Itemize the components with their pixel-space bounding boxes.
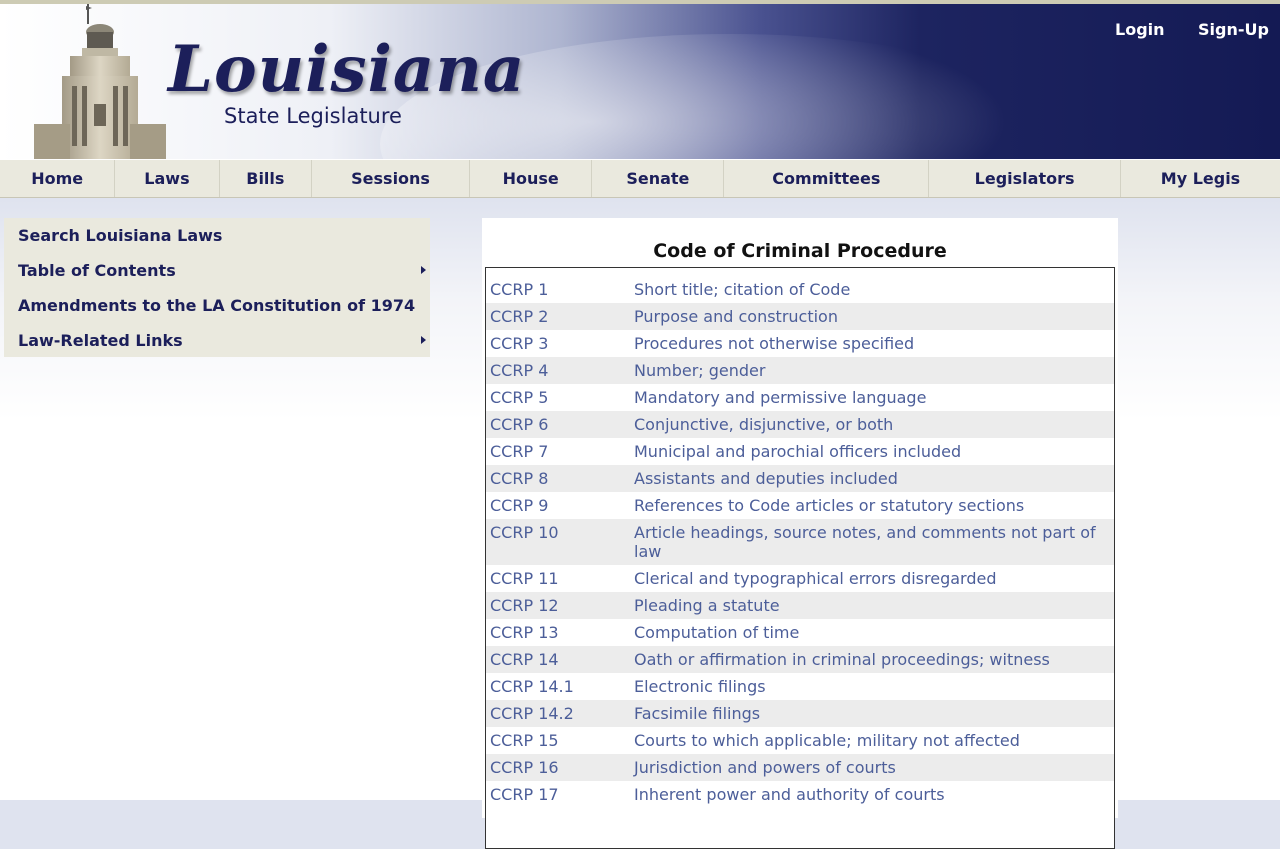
table-row: CCRP 8 Assistants and deputies included: [486, 465, 1114, 492]
nav-home[interactable]: Home: [0, 160, 116, 197]
article-number-link[interactable]: CCRP 3: [486, 334, 634, 353]
logo-subtitle[interactable]: State Legislature: [224, 104, 402, 128]
table-row: CCRP 14.2 Facsimile filings: [486, 700, 1114, 727]
table-row: CCRP 5 Mandatory and permissive language: [486, 384, 1114, 411]
article-title-link[interactable]: Conjunctive, disjunctive, or both: [634, 415, 1104, 434]
table-row: CCRP 9 References to Code articles or sta…: [486, 492, 1114, 519]
login-link[interactable]: Login: [1115, 20, 1165, 39]
table-row: CCRP 15 Courts to which applicable; milit…: [486, 727, 1114, 754]
table-row: CCRP 17 Inherent power and authority of c…: [486, 781, 1114, 808]
article-number-link[interactable]: CCRP 12: [486, 596, 634, 615]
article-title-link[interactable]: Assistants and deputies included: [634, 469, 1104, 488]
side-item-label: Law-Related Links: [18, 331, 183, 350]
table-row: CCRP 3 Procedures not otherwise specified: [486, 330, 1114, 357]
article-number-link[interactable]: CCRP 13: [486, 623, 634, 642]
content-panel: Code of Criminal Procedure CCRP 1 Short t…: [482, 218, 1118, 849]
article-number-link[interactable]: CCRP 17: [486, 785, 634, 804]
nav-my-legis[interactable]: My Legis: [1121, 160, 1280, 197]
table-row: CCRP 12 Pleading a statute: [486, 592, 1114, 619]
side-item-label: Table of Contents: [18, 261, 176, 280]
signup-link[interactable]: Sign-Up: [1198, 20, 1269, 39]
article-title-link[interactable]: Inherent power and authority of courts: [634, 785, 1104, 804]
article-number-link[interactable]: CCRP 16: [486, 758, 634, 777]
article-number-link[interactable]: CCRP 14.1: [486, 677, 634, 696]
table-row: CCRP 6 Conjunctive, disjunctive, or both: [486, 411, 1114, 438]
article-title-link[interactable]: Oath or affirmation in criminal proceedi…: [634, 650, 1104, 669]
side-item-label: Amendments to the LA Constitution of 197…: [18, 296, 416, 315]
article-number-link[interactable]: CCRP 11: [486, 569, 634, 588]
article-title-link[interactable]: Article headings, source notes, and comm…: [634, 523, 1104, 561]
side-item-amendments[interactable]: Amendments to the LA Constitution of 197…: [4, 288, 430, 323]
table-row: CCRP 1 Short title; citation of Code: [486, 276, 1114, 303]
side-item-law-related-links[interactable]: Law-Related Links: [4, 323, 430, 358]
nav-legislators[interactable]: Legislators: [929, 160, 1121, 197]
article-title-link[interactable]: Purpose and construction: [634, 307, 1104, 326]
article-number-link[interactable]: CCRP 1: [486, 280, 634, 299]
article-number-link[interactable]: CCRP 14.2: [486, 704, 634, 723]
side-menu: Search Louisiana Laws Table of Contents …: [4, 218, 430, 357]
capitol-building-icon: [34, 4, 166, 159]
articles-list: CCRP 1 Short title; citation of Code CCRP …: [486, 276, 1114, 808]
article-title-link[interactable]: Procedures not otherwise specified: [634, 334, 1104, 353]
side-item-label: Search Louisiana Laws: [18, 226, 223, 245]
article-title-link[interactable]: Clerical and typographical errors disreg…: [634, 569, 1104, 588]
site-header: Louisiana State Legislature Login Sign-U…: [0, 4, 1280, 159]
article-title-link[interactable]: Short title; citation of Code: [634, 280, 1104, 299]
article-title-link[interactable]: Computation of time: [634, 623, 1104, 642]
nav-house[interactable]: House: [470, 160, 593, 197]
article-number-link[interactable]: CCRP 8: [486, 469, 634, 488]
submenu-arrow-icon: [421, 266, 426, 274]
article-title-link[interactable]: Pleading a statute: [634, 596, 1104, 615]
table-row: CCRP 10 Article headings, source notes, a…: [486, 519, 1114, 565]
side-item-table-of-contents[interactable]: Table of Contents: [4, 253, 430, 288]
article-title-link[interactable]: Courts to which applicable; military not…: [634, 731, 1104, 750]
table-row: CCRP 11 Clerical and typographical errors…: [486, 565, 1114, 592]
article-title-link[interactable]: Municipal and parochial officers include…: [634, 442, 1104, 461]
nav-laws[interactable]: Laws: [115, 160, 220, 197]
main-nav: Home Laws Bills Sessions House Senate Co…: [0, 159, 1280, 198]
article-number-link[interactable]: CCRP 7: [486, 442, 634, 461]
nav-sessions[interactable]: Sessions: [312, 160, 471, 197]
page-title: Code of Criminal Procedure: [653, 240, 947, 262]
table-row: CCRP 14 Oath or affirmation in criminal p…: [486, 646, 1114, 673]
logo-title[interactable]: Louisiana: [168, 32, 525, 107]
table-row: CCRP 16 Jurisdiction and powers of courts: [486, 754, 1114, 781]
article-title-link[interactable]: References to Code articles or statutory…: [634, 496, 1104, 515]
submenu-arrow-icon: [421, 336, 426, 344]
nav-bills[interactable]: Bills: [220, 160, 313, 197]
side-item-search-laws[interactable]: Search Louisiana Laws: [4, 218, 430, 253]
table-row: CCRP 4 Number; gender: [486, 357, 1114, 384]
article-number-link[interactable]: CCRP 2: [486, 307, 634, 326]
article-number-link[interactable]: CCRP 10: [486, 523, 634, 542]
nav-committees[interactable]: Committees: [724, 160, 930, 197]
table-row: CCRP 7 Municipal and parochial officers i…: [486, 438, 1114, 465]
article-title-link[interactable]: Electronic filings: [634, 677, 1104, 696]
article-title-link[interactable]: Number; gender: [634, 361, 1104, 380]
article-title-link[interactable]: Mandatory and permissive language: [634, 388, 1104, 407]
article-number-link[interactable]: CCRP 4: [486, 361, 634, 380]
table-row: CCRP 14.1 Electronic filings: [486, 673, 1114, 700]
article-number-link[interactable]: CCRP 6: [486, 415, 634, 434]
articles-table: CCRP 1 Short title; citation of Code CCRP …: [485, 267, 1115, 849]
article-number-link[interactable]: CCRP 5: [486, 388, 634, 407]
article-number-link[interactable]: CCRP 14: [486, 650, 634, 669]
article-title-link[interactable]: Facsimile filings: [634, 704, 1104, 723]
article-number-link[interactable]: CCRP 9: [486, 496, 634, 515]
table-row: CCRP 13 Computation of time: [486, 619, 1114, 646]
article-number-link[interactable]: CCRP 15: [486, 731, 634, 750]
nav-senate[interactable]: Senate: [592, 160, 725, 197]
table-row: CCRP 2 Purpose and construction: [486, 303, 1114, 330]
article-title-link[interactable]: Jurisdiction and powers of courts: [634, 758, 1104, 777]
